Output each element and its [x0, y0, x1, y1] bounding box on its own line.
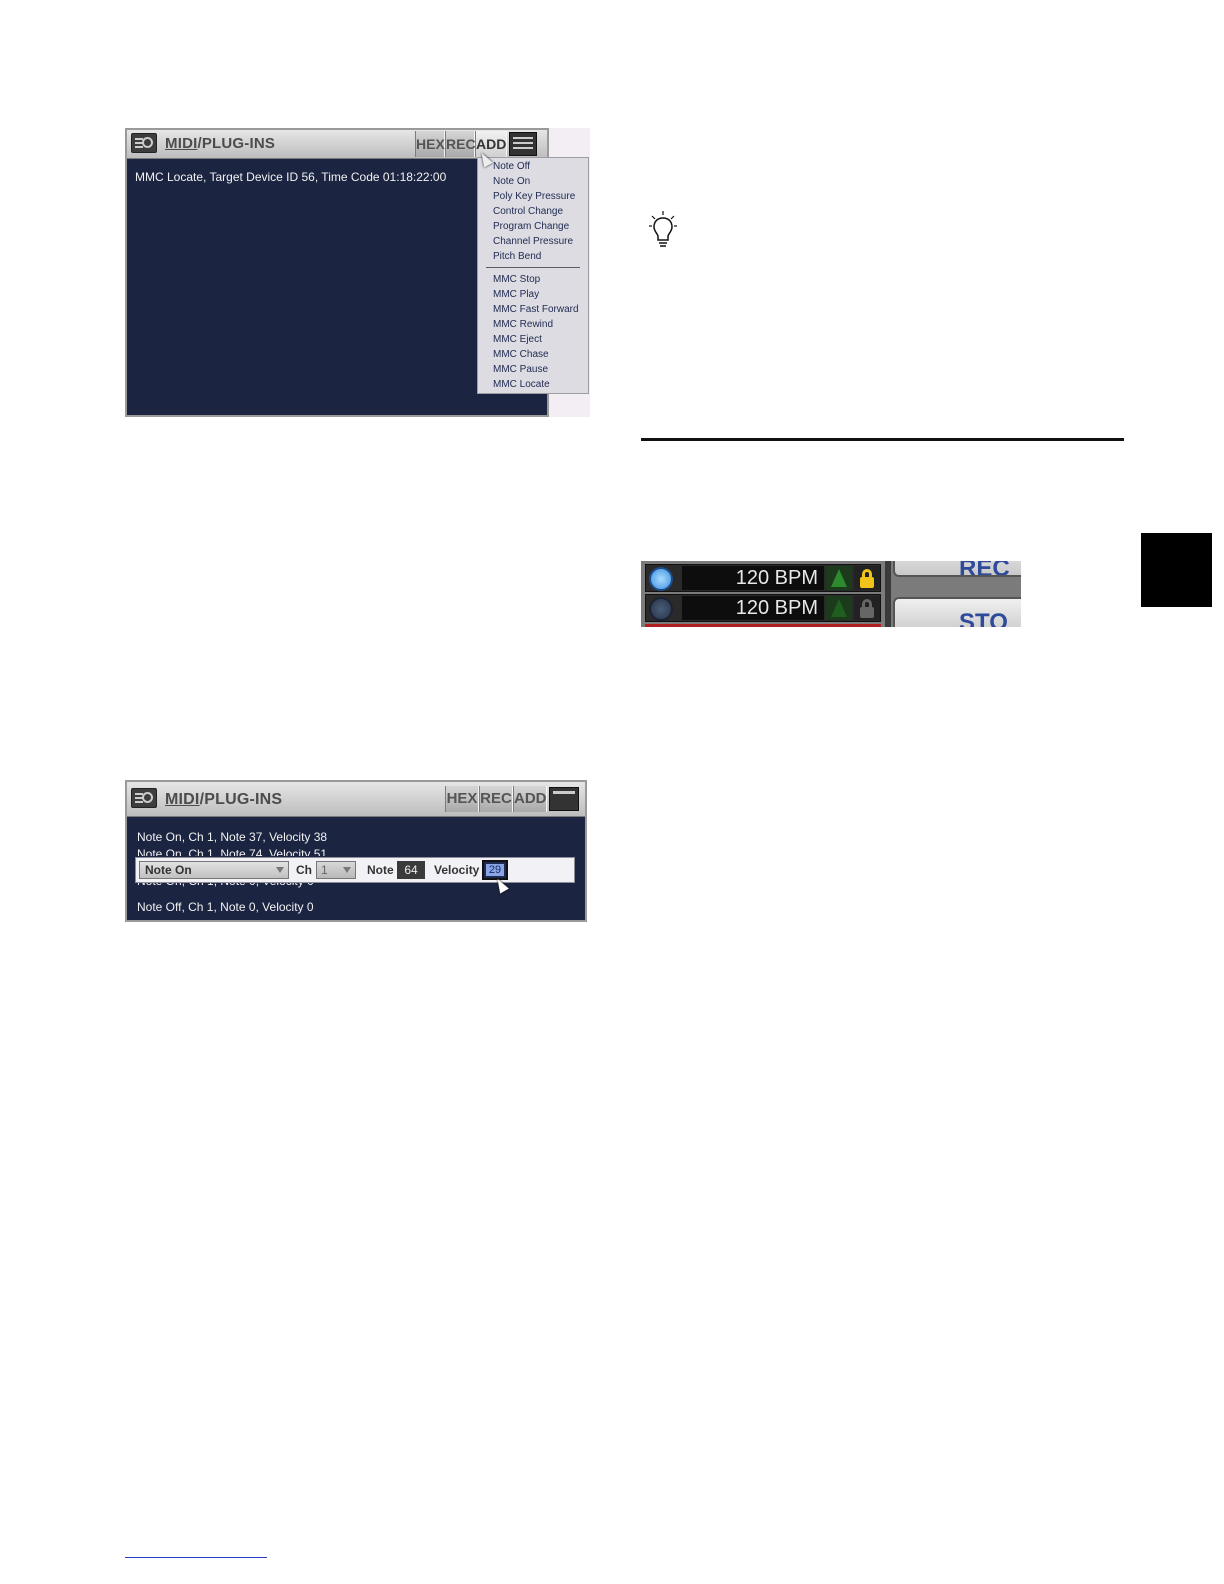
divider	[885, 561, 891, 627]
midi-plugins-window-bottom: MIDI/PLUG-INS HEX REC ADD Note On, Ch 1,…	[125, 780, 587, 922]
bpm-display: 120 BPM	[682, 566, 824, 590]
menu-icon[interactable]	[509, 132, 537, 156]
midi-port-icon[interactable]	[649, 597, 673, 621]
menu-item-mmc-locate[interactable]: MMC Locate	[493, 379, 550, 390]
window-toolbar: MIDI/PLUG-INS HEX REC ADD	[127, 782, 585, 817]
hex-button[interactable]: HEX	[415, 131, 445, 157]
velocity-value: 29	[486, 864, 504, 876]
add-button[interactable]: ADD	[513, 786, 547, 812]
chevron-down-icon	[276, 867, 284, 873]
velocity-field[interactable]: 29	[482, 860, 508, 880]
midi-port-icon[interactable]	[649, 567, 673, 591]
triangle-icon	[831, 599, 847, 617]
menu-item-mmc-stop[interactable]: MMC Stop	[493, 274, 540, 285]
ch-label: Ch	[296, 863, 312, 877]
lock-button[interactable]	[854, 596, 880, 620]
channel-value: 1	[321, 863, 328, 877]
note-label: Note	[367, 863, 394, 877]
tempo-row: 120 BPM	[645, 564, 881, 592]
chapter-tab	[1141, 533, 1212, 607]
lock-icon	[860, 607, 874, 618]
section-rule	[641, 438, 1124, 441]
menu-item-pitch-bend[interactable]: Pitch Bend	[493, 251, 541, 262]
menu-item-mmc-rewind[interactable]: MMC Rewind	[493, 319, 553, 330]
velocity-label: Velocity	[434, 863, 480, 877]
log-line: MMC Locate, Target Device ID 56, Time Co…	[135, 170, 447, 184]
footer-link-underline[interactable]	[125, 1557, 267, 1558]
menu-item-mmc-eject[interactable]: MMC Eject	[493, 334, 542, 345]
tempo-widget: 120 BPM 120 BPM REC STO	[641, 561, 1021, 627]
menu-item-mmc-play[interactable]: MMC Play	[493, 289, 539, 300]
window-title: MIDI/PLUG-INS	[165, 135, 275, 152]
menu-item-note-off[interactable]: Note Off	[493, 161, 530, 172]
eq-knob-icon[interactable]	[131, 133, 157, 153]
title-midi: MIDI	[165, 135, 198, 152]
menu-item-mmc-chase[interactable]: MMC Chase	[493, 349, 549, 360]
tempo-arrow-button[interactable]	[826, 566, 852, 590]
log-line: Note On, Ch 1, Note 37, Velocity 38	[137, 830, 328, 844]
log-line: Note On, Ch 1, Note 74, Velocity 51	[137, 847, 328, 856]
event-editor-row: Note On Ch 1 Note 64 Velocity 29	[135, 857, 575, 883]
menu-item-channel-pressure[interactable]: Channel Pressure	[493, 236, 573, 247]
menu-item-control-change[interactable]: Control Change	[493, 206, 563, 217]
menu-item-mmc-fast-forward[interactable]: MMC Fast Forward	[493, 304, 579, 315]
channel-select[interactable]: 1	[316, 861, 356, 879]
window-title: MIDI/PLUG-INS	[165, 791, 282, 809]
menu-item-note-on[interactable]: Note On	[493, 176, 530, 187]
log-line: Note Off, Ch 1, Note 0, Velocity 0	[137, 900, 314, 914]
triangle-icon	[831, 569, 847, 587]
rec-tempo-button[interactable]: REC	[893, 561, 1021, 577]
tempo-row-underline	[645, 624, 881, 627]
window-icon[interactable]	[549, 787, 579, 811]
event-type-value: Note On	[145, 863, 192, 877]
menu-item-mmc-pause[interactable]: MMC Pause	[493, 364, 548, 375]
menu-item-program-change[interactable]: Program Change	[493, 221, 569, 232]
tempo-row: 120 BPM	[645, 594, 881, 622]
tempo-arrow-button[interactable]	[826, 596, 852, 620]
chevron-down-icon	[343, 867, 351, 873]
note-field[interactable]: 64	[397, 861, 425, 879]
add-dropdown-menu: Note Off Note On Poly Key Pressure Contr…	[477, 157, 589, 394]
lock-button[interactable]	[854, 566, 880, 590]
rec-button[interactable]: REC	[479, 786, 513, 812]
hex-button[interactable]: HEX	[445, 786, 479, 812]
menu-item-poly-key-pressure[interactable]: Poly Key Pressure	[493, 191, 575, 202]
bpm-display: 120 BPM	[682, 596, 824, 620]
lock-icon	[860, 577, 874, 588]
lightbulb-icon	[649, 211, 677, 247]
title-midi: MIDI	[165, 791, 200, 808]
store-tempo-button[interactable]: STO	[893, 597, 1021, 627]
eq-knob-icon[interactable]	[131, 788, 157, 808]
event-type-select[interactable]: Note On	[139, 861, 289, 879]
rec-button[interactable]: REC	[445, 131, 476, 157]
menu-separator	[486, 267, 580, 268]
title-plugins: /PLUG-INS	[197, 135, 276, 152]
title-plugins: /PLUG-INS	[199, 791, 283, 808]
